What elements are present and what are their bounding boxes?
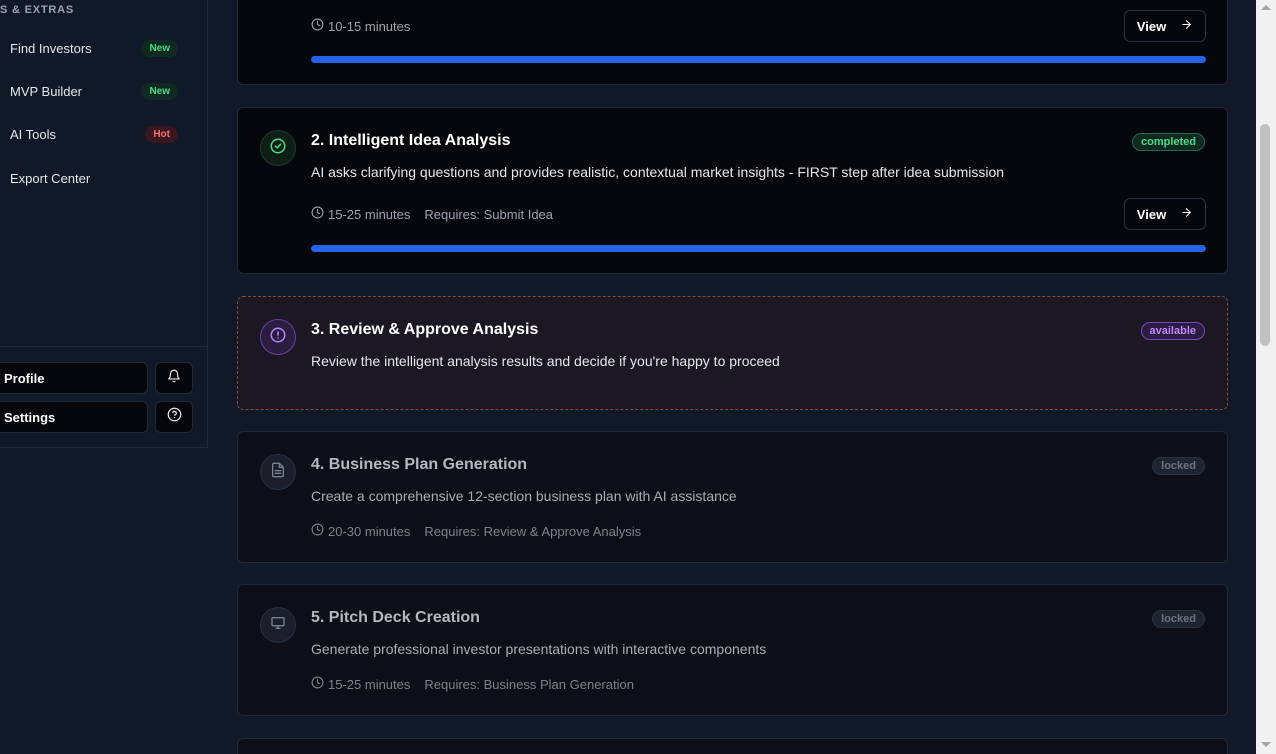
step-meta: 10-15 minutes [311,18,410,34]
help-circle-icon [167,407,182,427]
step-title: 3. Review & Approve Analysis [311,321,539,338]
step-duration: 10-15 minutes [328,18,411,34]
step-status-icon [260,319,296,355]
status-badge: available [1140,322,1205,340]
step-description: Create a comprehensive 12-section busine… [311,488,737,504]
sidebar: S & EXTRAS Find Investors New MVP Builde… [0,0,208,448]
step-meta: 15-25 minutes Requires: Business Plan Ge… [311,676,634,692]
view-button[interactable]: View [1124,198,1206,230]
step-status-icon [260,454,296,490]
step-duration: 20-30 minutes [328,523,411,539]
clock-icon [311,523,324,539]
scroll-up-arrow-icon[interactable] [1261,5,1271,10]
main-content: 10-15 minutes View 2. Intelligent Idea A… [208,0,1256,754]
step-progress-bar [311,245,1206,252]
step-card-business-plan-generation: 4. Business Plan Generation locked Creat… [237,431,1228,563]
notifications-button[interactable] [155,362,193,394]
status-badge: locked [1152,457,1205,475]
scrollbar[interactable] [1256,0,1276,754]
step-card-review-approve-analysis[interactable]: 3. Review & Approve Analysis available R… [237,296,1228,410]
step-card-intelligent-idea-analysis[interactable]: 2. Intelligent Idea Analysis completed A… [237,107,1228,274]
presentation-icon [270,615,286,636]
settings-button[interactable]: Settings [0,401,148,433]
clock-icon [311,206,324,222]
status-badge: completed [1131,133,1205,151]
step-requires: Requires: Review & Approve Analysis [424,523,642,539]
sidebar-item-label: AI Tools [10,126,57,142]
sidebar-section-label: S & EXTRAS [0,4,75,16]
step-title: 5. Pitch Deck Creation [311,609,480,626]
progress-fill [311,245,1206,252]
view-label: View [1136,18,1167,34]
new-badge: New [141,39,178,57]
arrow-right-icon [1180,18,1193,34]
clock-icon [311,18,324,34]
status-badge: locked [1152,610,1205,628]
new-badge: New [141,82,178,100]
sidebar-item-label: Find Investors [10,40,92,56]
sidebar-item-find-investors[interactable]: Find Investors New [0,31,190,65]
step-progress-bar [311,56,1206,63]
step-status-icon [260,607,296,643]
step-status-icon [260,130,296,166]
clock-icon [311,676,324,692]
profile-button[interactable]: Profile [0,362,148,394]
step-title: 4. Business Plan Generation [311,456,528,473]
view-button[interactable]: View [1124,10,1206,42]
step-card-next [237,738,1228,754]
step-requires: Requires: Submit Idea [424,206,554,222]
sidebar-item-export-center[interactable]: Export Center [0,161,190,195]
sidebar-item-mvp-builder[interactable]: MVP Builder New [0,74,190,108]
arrow-right-icon [1180,206,1193,222]
step-title: 2. Intelligent Idea Analysis [311,132,511,149]
help-button[interactable] [155,401,193,433]
sidebar-item-label: MVP Builder [10,83,83,99]
sidebar-divider [0,346,208,347]
step-description: AI asks clarifying questions and provide… [311,164,1005,180]
sidebar-item-ai-tools[interactable]: AI Tools Hot [0,117,190,151]
scrollbar-thumb[interactable] [1260,124,1270,346]
step-description: Generate professional investor presentat… [311,641,767,657]
scroll-down-arrow-icon[interactable] [1261,742,1271,747]
step-duration: 15-25 minutes [328,676,411,692]
step-duration: 15-25 minutes [328,206,411,222]
step-description: Review the intelligent analysis results … [311,353,780,369]
hot-badge: Hot [145,125,178,143]
step-meta: 20-30 minutes Requires: Review & Approve… [311,523,641,539]
step-meta: 15-25 minutes Requires: Submit Idea [311,206,553,222]
step-requires: Requires: Business Plan Generation [424,676,634,692]
step-card-submit-idea: 10-15 minutes View [237,0,1228,85]
check-circle-icon [269,137,287,160]
view-label: View [1136,206,1167,222]
bell-icon [167,369,181,388]
alert-circle-icon [269,326,287,349]
document-icon [270,462,286,483]
step-card-pitch-deck-creation: 5. Pitch Deck Creation locked Generate p… [237,584,1228,716]
progress-fill [311,56,1206,63]
sidebar-item-label: Export Center [10,170,91,186]
